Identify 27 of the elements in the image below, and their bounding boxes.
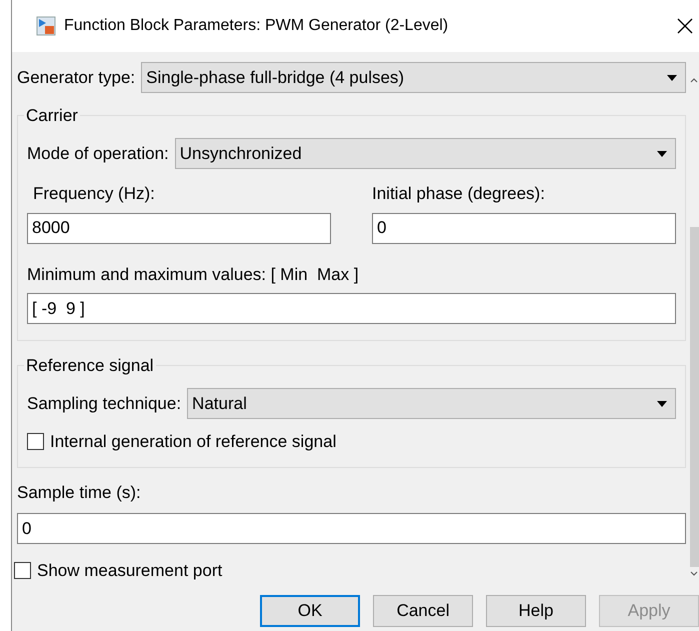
checkbox[interactable] (27, 433, 44, 450)
block-icon (36, 16, 56, 36)
caret-icon (657, 400, 667, 406)
field-label: Sampling technique: (27, 392, 182, 415)
generator-type-dropdown[interactable]: Single-phase full-bridge (4 pulses) (141, 62, 686, 93)
sample-time-field[interactable]: 0 (17, 513, 686, 544)
checkbox-label: Internal generation of reference signal (50, 431, 336, 453)
caret-icon (667, 74, 677, 80)
dialog-button[interactable]: Help (486, 595, 586, 627)
checkbox-label: Show measurement port (37, 560, 222, 582)
field-label: Frequency (Hz): (32, 183, 156, 205)
field-label: Minimum and maximum values: [ Min Max ] (27, 264, 360, 286)
mode-dropdown[interactable]: Unsynchronized (174, 138, 676, 169)
initial-phase-field[interactable]: 0 (372, 212, 676, 244)
checkbox[interactable] (14, 562, 31, 580)
min-max-field[interactable]: [ -9 9 ] (27, 293, 676, 324)
field-label: Generator type: (17, 66, 136, 89)
dialog-button[interactable]: Cancel (373, 595, 474, 627)
field-label: Initial phase (degrees): (372, 183, 546, 205)
field-label: Sample time (s): (17, 482, 142, 504)
caret-icon (657, 150, 667, 156)
sampling-dropdown[interactable]: Natural (187, 388, 676, 419)
dialog-button[interactable]: OK (260, 595, 360, 627)
window-title: Function Block Parameters: PWM Generator (2-Level) (64, 16, 448, 36)
close-icon[interactable] (677, 18, 693, 34)
field-label: Mode of operation: (27, 142, 169, 165)
frequency-field[interactable]: 8000 (27, 212, 331, 244)
